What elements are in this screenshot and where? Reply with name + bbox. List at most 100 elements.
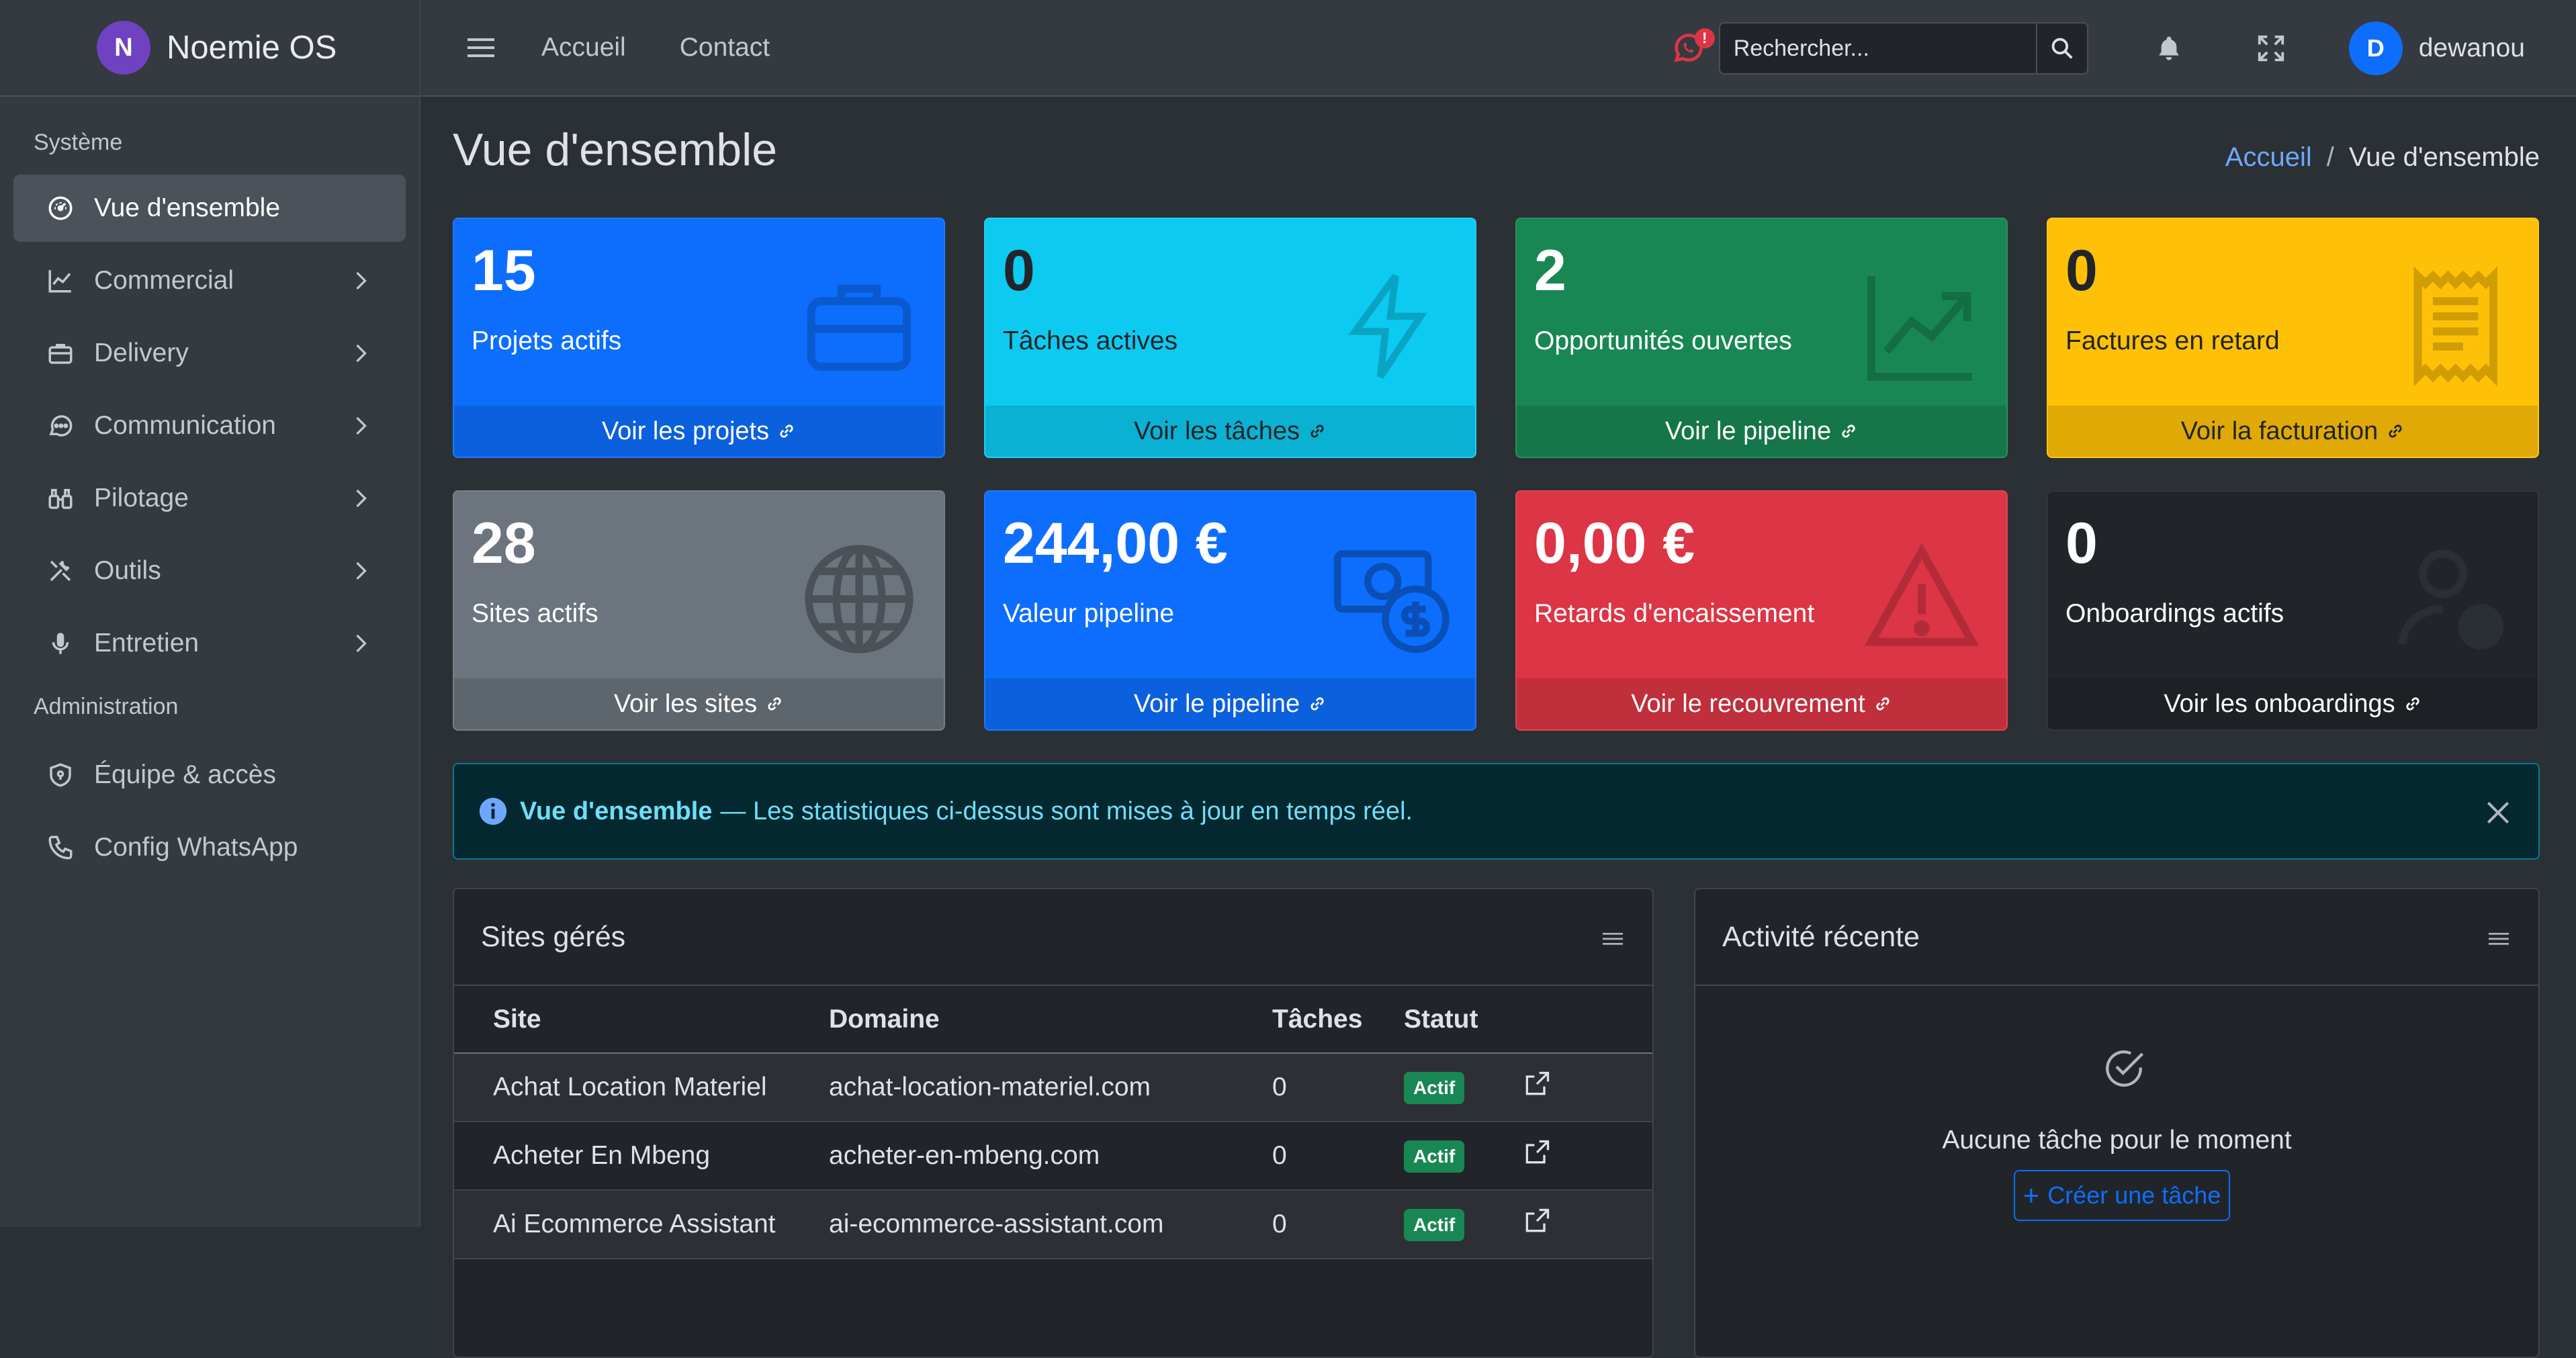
table-row: Ai Ecommerce Assistant ai-ecommerce-assi… <box>454 1190 1652 1259</box>
search-input[interactable] <box>1718 22 2036 75</box>
stat-link-label: Voir le recouvrement <box>1631 689 1865 718</box>
search-icon <box>2051 38 2073 59</box>
tools-icon <box>46 556 75 586</box>
sidebar-item-vue-ensemble[interactable]: Vue d'ensemble <box>13 175 406 242</box>
sidebar-item-outils[interactable]: Outils <box>13 537 406 604</box>
stat-box-onboardings: 0 Onboardings actifs Voir les onboarding… <box>2047 490 2539 731</box>
sidebar-item-delivery[interactable]: Delivery <box>13 320 406 387</box>
stat-value: 244,00 € <box>1003 511 1228 576</box>
globe-icon <box>799 539 920 660</box>
stat-value: 2 <box>1534 238 1566 303</box>
chevron-right-icon <box>356 416 367 435</box>
stat-link-pipeline[interactable]: Voir le pipeline <box>1517 406 2006 457</box>
cell-site: Acheter En Mbeng <box>454 1122 829 1191</box>
chevron-right-icon <box>356 561 367 580</box>
menu-icon[interactable] <box>2489 931 2509 947</box>
sidebar-item-label: Entretien <box>94 629 199 658</box>
link-icon <box>1311 424 1324 438</box>
stat-label: Onboardings actifs <box>2066 599 2284 628</box>
search-button[interactable] <box>2035 22 2088 75</box>
nav-header-admin: Administration <box>34 693 179 719</box>
stat-label: Tâches actives <box>1003 326 1178 355</box>
cell-tasks: 0 <box>1272 1122 1404 1191</box>
sites-card: Sites gérés Site Domaine Tâches Statut A… <box>453 888 1654 1358</box>
stat-value: 0 <box>2066 238 2098 303</box>
sidebar-item-label: Delivery <box>94 338 189 367</box>
sidebar-item-label: Config WhatsApp <box>94 833 298 862</box>
stat-link-label: Voir les projets <box>601 416 770 445</box>
external-link-icon[interactable] <box>1522 1138 1552 1167</box>
sidebar-item-label: Vue d'ensemble <box>94 193 281 222</box>
fullscreen-button[interactable] <box>2247 24 2295 73</box>
sidebar-item-entretien[interactable]: Entretien <box>13 610 406 677</box>
check-circle-icon <box>2106 1050 2144 1087</box>
stat-link-taches[interactable]: Voir les tâches <box>985 406 1475 457</box>
mic-icon <box>46 629 75 658</box>
table-row: Achat Location Materiel achat-location-m… <box>454 1053 1652 1122</box>
search-group <box>1718 22 2088 75</box>
main-content: Vue d'ensemble Accueil / Vue d'ensemble … <box>420 97 2576 1358</box>
hamburger-menu-icon[interactable] <box>468 37 494 58</box>
user-menu[interactable]: D dewanou <box>2348 21 2525 75</box>
external-link-icon[interactable] <box>1522 1206 1552 1236</box>
nav-link-accueil[interactable]: Accueil <box>541 33 626 62</box>
plus-icon: + <box>2023 1179 2040 1211</box>
stat-label: Projets actifs <box>472 326 622 355</box>
link-icon <box>2406 697 2419 711</box>
create-task-button[interactable]: + Créer une tâche <box>2014 1170 2230 1221</box>
sites-table: Site Domaine Tâches Statut Achat Locatio… <box>454 986 1652 1259</box>
stat-box-factures: 0 Factures en retard Voir la facturation <box>2047 218 2539 458</box>
stat-value: 0 <box>1003 238 1035 303</box>
stat-link-sites[interactable]: Voir les sites <box>454 678 944 729</box>
whatsapp-status-button[interactable]: ! <box>1671 28 1715 66</box>
cell-site: Ai Ecommerce Assistant <box>454 1190 829 1259</box>
external-link-icon[interactable] <box>1522 1069 1552 1099</box>
table-header-row: Site Domaine Tâches Statut <box>454 986 1652 1054</box>
sidebar-item-label: Communication <box>94 411 276 440</box>
column-header-statut: Statut <box>1404 986 1522 1054</box>
sidebar-item-label: Outils <box>94 556 161 585</box>
notifications-button[interactable] <box>2145 24 2193 73</box>
breadcrumb-home-link[interactable]: Accueil <box>2225 142 2312 173</box>
stats-grid: 15 Projets actifs Voir les projets 0 Tâc… <box>453 218 2540 731</box>
alert-text: — Les statistiques ci-dessus sont mises … <box>720 797 1413 825</box>
sidebar-item-pilotage[interactable]: Pilotage <box>13 465 406 532</box>
close-icon[interactable] <box>2483 798 2513 827</box>
alert-title: Vue d'ensemble <box>520 797 713 825</box>
stat-value: 15 <box>472 238 536 303</box>
receipt-icon <box>2393 266 2514 387</box>
status-badge: Actif <box>1404 1071 1465 1104</box>
table-row: Acheter En Mbeng acheter-en-mbeng.com 0 … <box>454 1122 1652 1191</box>
nav-link-contact[interactable]: Contact <box>680 33 770 62</box>
column-header-actions <box>1522 986 1652 1054</box>
page-title: Vue d'ensemble <box>453 124 778 175</box>
chevron-right-icon <box>356 344 367 363</box>
sidebar-item-equipe-acces[interactable]: Équipe & accès <box>13 741 406 809</box>
stat-link-pipeline-value[interactable]: Voir le pipeline <box>985 678 1475 729</box>
whatsapp-alert-badge: ! <box>1694 28 1715 48</box>
sidebar-item-commercial[interactable]: Commercial <box>13 247 406 314</box>
card-header: Activité récente <box>1695 889 2538 986</box>
bell-icon <box>2158 36 2179 60</box>
cash-coin-icon <box>1330 539 1451 660</box>
brand-link[interactable]: N Noemie OS <box>0 0 419 97</box>
stat-label: Retards d'encaissement <box>1534 599 1815 628</box>
column-header-taches: Tâches <box>1272 986 1404 1054</box>
stat-link-onboardings[interactable]: Voir les onboardings <box>2048 678 2538 729</box>
briefcase-icon <box>799 266 920 387</box>
avatar: D <box>2348 21 2403 75</box>
column-header-site: Site <box>454 986 829 1054</box>
link-icon <box>768 697 781 711</box>
stat-link-facturation[interactable]: Voir la facturation <box>2048 406 2538 457</box>
sidebar-item-config-whatsapp[interactable]: Config WhatsApp <box>13 814 406 881</box>
status-badge: Actif <box>1404 1208 1465 1241</box>
create-task-label: Créer une tâche <box>2047 1181 2221 1209</box>
status-badge: Actif <box>1404 1140 1465 1173</box>
user-name: dewanou <box>2418 34 2525 62</box>
info-icon <box>479 797 507 825</box>
stat-link-projets[interactable]: Voir les projets <box>454 406 944 457</box>
sidebar-item-communication[interactable]: Communication <box>13 392 406 459</box>
menu-icon[interactable] <box>1603 931 1623 947</box>
chart-line-icon <box>46 266 75 296</box>
stat-link-recouvrement[interactable]: Voir le recouvrement <box>1517 678 2006 729</box>
